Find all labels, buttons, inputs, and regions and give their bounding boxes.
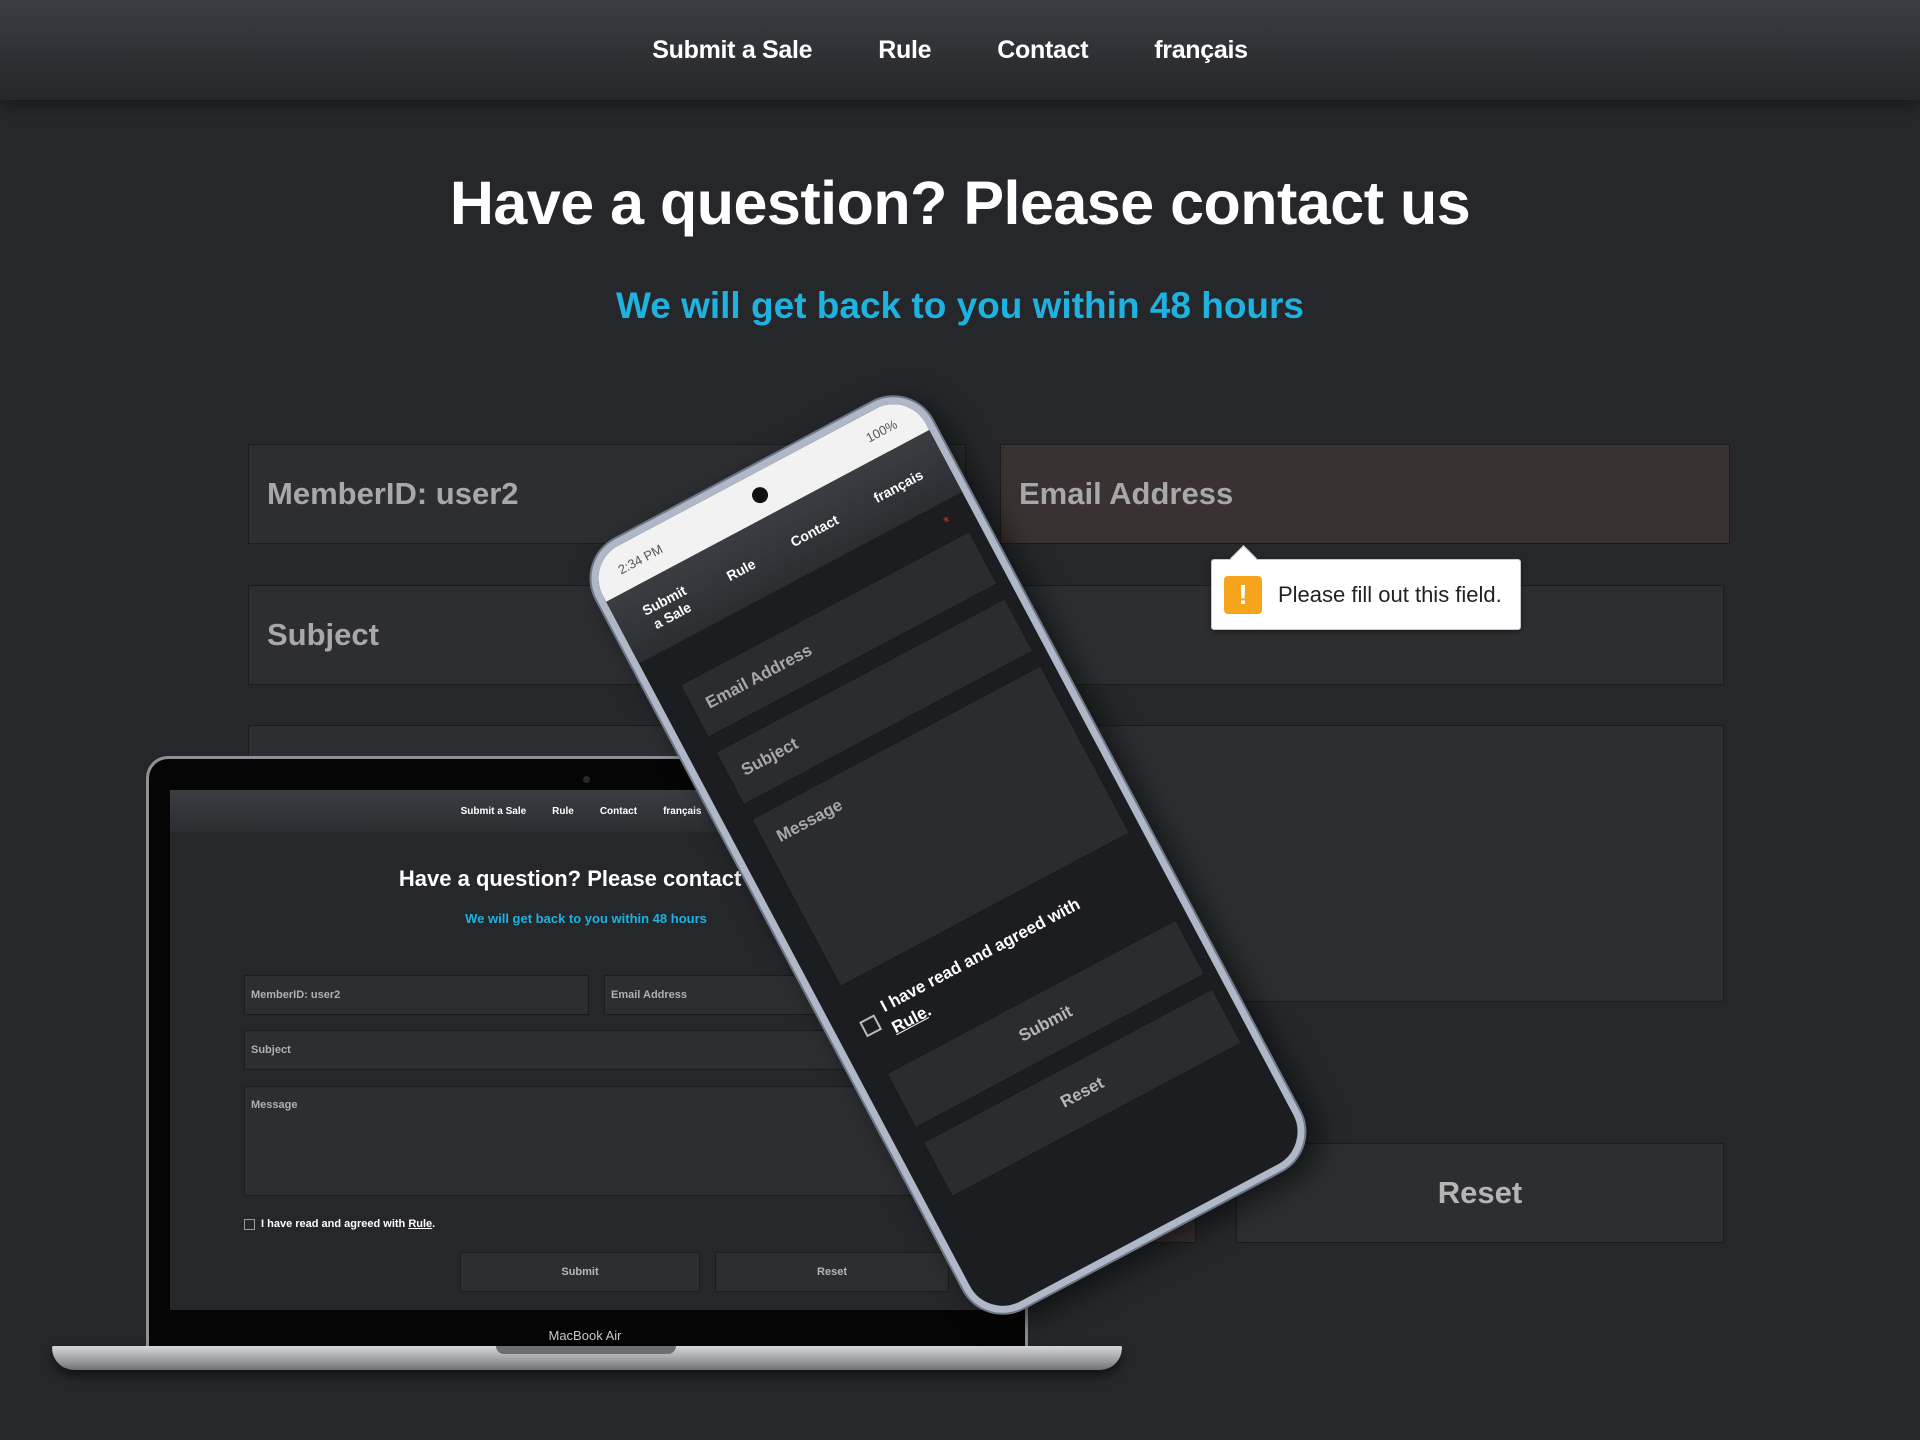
laptop-message: Message <box>244 1086 944 1196</box>
laptop-member-id: MemberID: user2 <box>244 975 589 1015</box>
laptop-camera <box>583 776 590 783</box>
page-title: Have a question? Please contact us <box>449 169 1471 237</box>
nav-contact[interactable]: Contact <box>997 36 1088 65</box>
validation-tooltip: ! Please fill out this field. <box>1211 559 1521 630</box>
page-subtitle: We will get back to you within 48 hours <box>615 285 1305 326</box>
laptop-rule-link: Rule <box>408 1218 433 1230</box>
phone-nav-contact: Contact <box>787 511 841 550</box>
phone-nav-submit-sale: Submit a Sale <box>639 582 694 633</box>
phone-nav-rule: Rule <box>723 555 758 584</box>
laptop-brand-label: MacBook Air <box>548 1328 622 1343</box>
laptop-reset: Reset <box>715 1252 949 1292</box>
reset-button[interactable]: Reset <box>1236 1143 1724 1243</box>
validation-message: Please fill out this field. <box>1278 581 1502 607</box>
phone-required-mark: * <box>941 513 955 532</box>
laptop-submit: Submit <box>460 1252 700 1292</box>
nav-submit-sale[interactable]: Submit a Sale <box>652 36 812 65</box>
laptop-nav-contact: Contact <box>599 805 638 817</box>
email-field[interactable]: Email Address <box>1000 444 1730 544</box>
nav-rule[interactable]: Rule <box>878 36 931 65</box>
laptop-nav-francais: français <box>663 805 702 817</box>
laptop-notch <box>496 1346 676 1354</box>
laptop-nav-submit-sale: Submit a Sale <box>460 805 527 817</box>
laptop-nav-rule: Rule <box>552 805 574 817</box>
laptop-agree-end: . <box>432 1218 436 1230</box>
phone-battery: 100% <box>863 416 900 446</box>
laptop-agree-checkbox <box>244 1218 255 1230</box>
phone-nav-francais: français <box>870 466 926 506</box>
laptop-agree-row: I have read and agreed with Rule. <box>244 1218 435 1230</box>
nav-language-francais[interactable]: français <box>1154 36 1248 65</box>
phone-agree-checkbox <box>859 1014 883 1038</box>
phone-time: 2:34 PM <box>615 540 666 577</box>
warning-icon: ! <box>1224 575 1262 614</box>
top-nav: Submit a Sale Rule Contact français <box>0 0 1920 100</box>
laptop-agree-text: I have read and agreed with <box>261 1218 409 1230</box>
